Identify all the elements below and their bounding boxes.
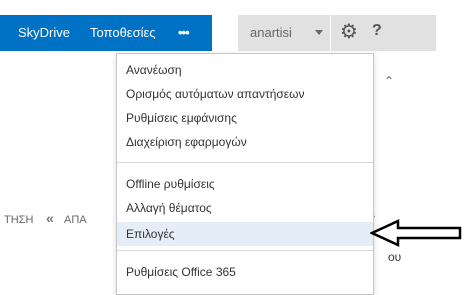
menu-divider: [117, 250, 373, 251]
pointer-arrow-icon: [370, 219, 462, 247]
menu-item-change-theme[interactable]: Αλλαγή θέματος: [117, 196, 373, 220]
nav-more[interactable]: •••: [178, 25, 190, 40]
bg-label-apa: ΑΠΑ: [64, 214, 87, 226]
user-name[interactable]: anartisi: [250, 25, 292, 40]
menu-divider: [117, 162, 373, 163]
menu-item-options[interactable]: Επιλογές: [117, 222, 373, 246]
help-button[interactable]: ?: [372, 22, 382, 40]
menu-item-display-settings[interactable]: Ρυθμίσεις εμφάνισης: [117, 106, 373, 130]
menu-item-offline-settings[interactable]: Offline ρυθμίσεις: [117, 172, 373, 196]
nav-sites[interactable]: Τοποθεσίες: [90, 25, 156, 40]
menu-item-auto-replies[interactable]: Ορισμός αυτόματων απαντήσεων: [117, 82, 373, 106]
settings-menu: Ανανέωση Ορισμός αυτόματων απαντήσεων Ρυ…: [116, 53, 374, 295]
nav-skydrive[interactable]: SkyDrive: [18, 25, 70, 40]
separator: [330, 15, 331, 51]
bg-label-left: ΤΗΣΗ: [4, 214, 34, 226]
top-bar: SkyDrive Τοποθεσίες ••• anartisi ⚙ ?: [0, 0, 465, 61]
menu-item-refresh[interactable]: Ανανέωση: [117, 58, 373, 82]
collapse-icon[interactable]: ⌃: [384, 74, 394, 88]
double-chevron-left-icon[interactable]: «: [46, 210, 54, 226]
chevron-down-icon[interactable]: [315, 30, 323, 35]
menu-item-manage-apps[interactable]: Διαχείριση εφαρμογών: [117, 130, 373, 154]
menu-item-office365-settings[interactable]: Ρυθμίσεις Office 365: [117, 260, 373, 284]
gear-icon[interactable]: ⚙: [340, 19, 358, 45]
bg-text-right: ου: [388, 250, 402, 264]
